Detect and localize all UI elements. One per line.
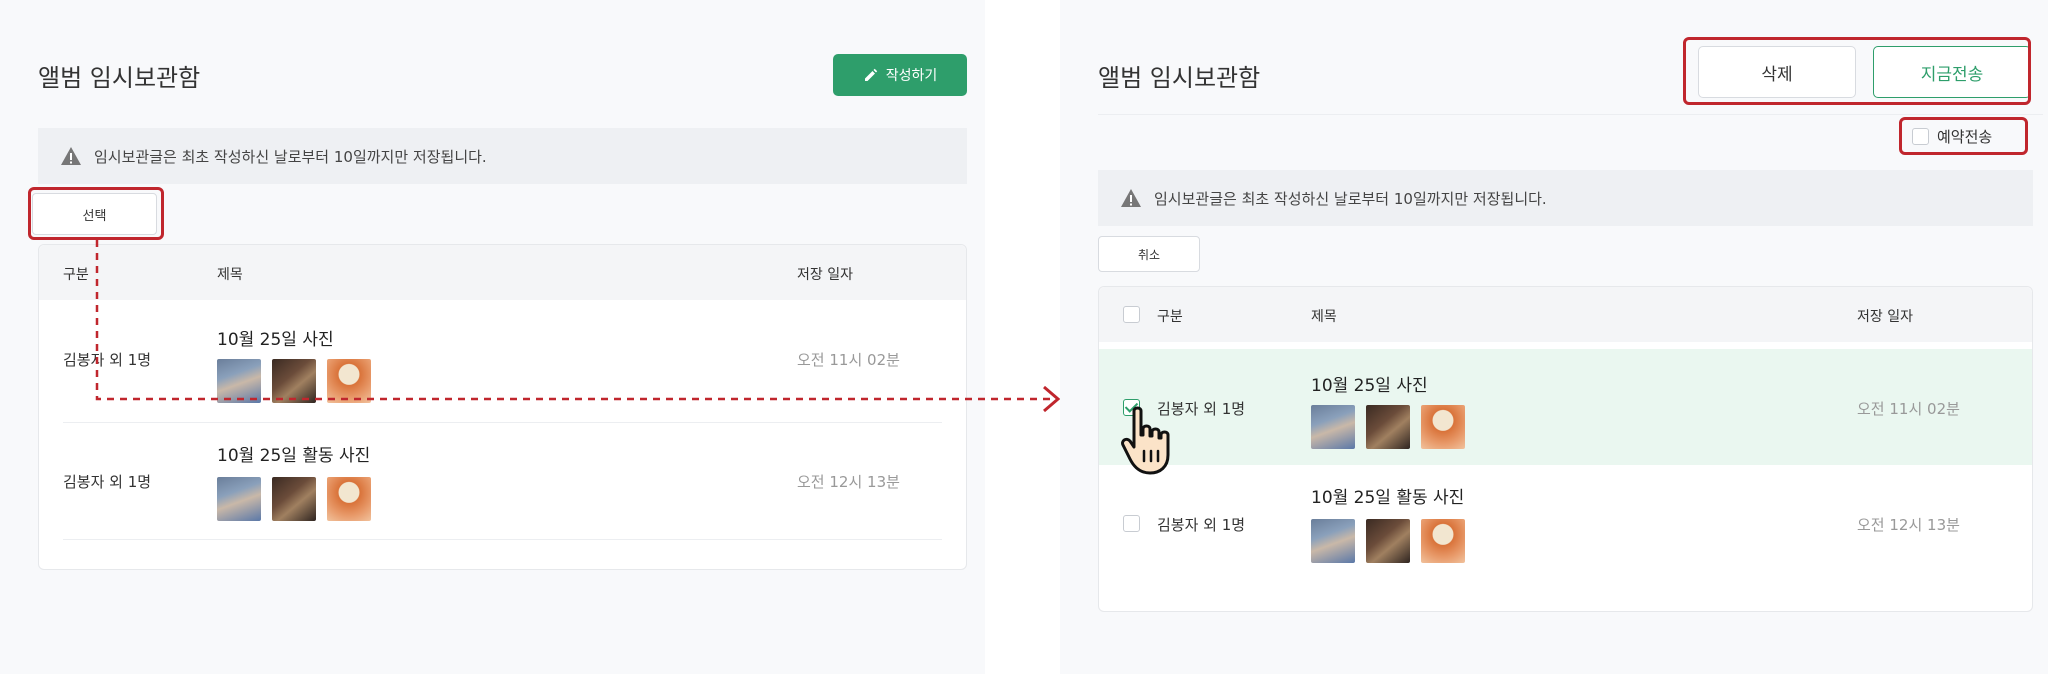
row-checkbox[interactable]	[1123, 515, 1140, 532]
photo-thumbnail	[1421, 519, 1465, 563]
cancel-button[interactable]: 취소	[1098, 236, 1200, 272]
warning-icon	[1121, 189, 1141, 207]
photo-thumbnail	[1366, 405, 1410, 449]
row-thumbnails	[1311, 519, 1465, 563]
header-divider	[1098, 114, 2043, 115]
header-date: 저장 일자	[1857, 309, 1913, 325]
table-row-selected[interactable]: 김봉자 외 1명 10월 25일 사진 오전 11시 02분	[1099, 349, 2032, 465]
select-all-checkbox[interactable]	[1123, 306, 1140, 323]
notice-text: 임시보관글은 최초 작성하신 날로부터 10일까지만 저장됩니다.	[1154, 189, 1547, 208]
page-title: 앨범 임시보관함	[1098, 64, 1261, 92]
photo-thumbnail	[1366, 519, 1410, 563]
reserve-send-highlight	[1899, 117, 2028, 155]
row-thumbnails	[1311, 405, 1465, 449]
photo-thumbnail	[1311, 519, 1355, 563]
table-row[interactable]: 김봉자 외 1명 10월 25일 활동 사진 오전 12시 13분	[1099, 465, 2032, 581]
row-title: 10월 25일 사진	[1311, 376, 1428, 396]
row-date: 오전 11시 02분	[1857, 400, 1960, 418]
photo-thumbnail	[1421, 405, 1465, 449]
notice-banner: 임시보관글은 최초 작성하신 날로부터 10일까지만 저장됩니다.	[1098, 170, 2033, 226]
table-header: 구분 제목 저장 일자	[1099, 287, 2032, 342]
hand-pointer-icon	[1121, 406, 1170, 475]
row-title: 10월 25일 활동 사진	[1311, 488, 1465, 508]
header-category: 구분	[1157, 309, 1183, 325]
row-date: 오전 12시 13분	[1857, 516, 1960, 534]
header-title: 제목	[1311, 309, 1337, 325]
action-buttons-highlight	[1683, 37, 2031, 105]
photo-thumbnail	[1311, 405, 1355, 449]
row-category: 김봉자 외 1명	[1157, 516, 1246, 534]
draft-table: 구분 제목 저장 일자 김봉자 외 1명 10월 25일 사진 오전 11시 0…	[1098, 286, 2033, 612]
